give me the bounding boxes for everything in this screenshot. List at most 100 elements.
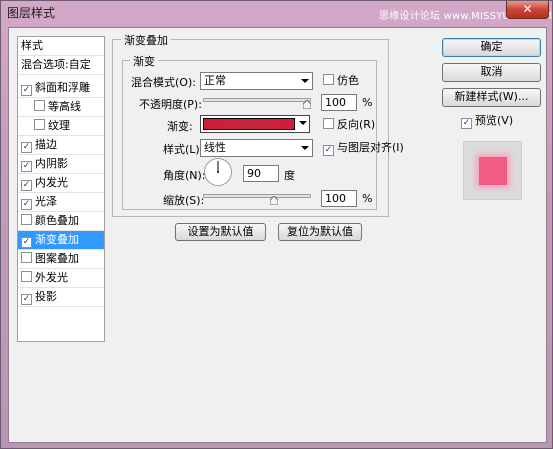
checkbox-icon[interactable]: ✓ bbox=[21, 199, 32, 210]
align-label: 与图层对齐(I) bbox=[337, 141, 404, 154]
layer-style-dialog: 图层样式 思缘设计论坛 www.MISSYUAN.COM ✕ 样式混合选项:自定… bbox=[0, 0, 553, 449]
style-list-label: 外发光 bbox=[35, 271, 68, 284]
scale-input[interactable]: 100 bbox=[321, 190, 357, 207]
style-list-label: 内发光 bbox=[35, 176, 68, 189]
scale-label: 缩放(S): bbox=[163, 194, 205, 207]
style-list-label: 光泽 bbox=[35, 195, 57, 208]
angle-input[interactable]: 90 bbox=[243, 165, 279, 182]
checkbox-icon[interactable] bbox=[34, 119, 45, 130]
scale-slider-track[interactable] bbox=[203, 194, 311, 198]
ok-button[interactable]: 确定 bbox=[442, 38, 541, 57]
checkbox-icon[interactable]: ✓ bbox=[21, 180, 32, 191]
opacity-label: 不透明度(P): bbox=[139, 98, 202, 111]
checkbox-icon[interactable] bbox=[21, 252, 32, 263]
opacity-slider-thumb[interactable] bbox=[303, 100, 311, 109]
style-list: 样式 混合选项:自定 ✓ 斜面和浮雕 等高线 纹理 ✓ 描边 ✓ 内阴影 ✓ 内发光 ✓ 光泽 颜色叠加 ✓ 渐… bbox=[17, 36, 105, 342]
angle-value: 90 bbox=[247, 167, 261, 180]
style-list-item[interactable]: ✓ 内阴影 bbox=[18, 155, 104, 174]
style-list-label: 混合选项:自定 bbox=[21, 58, 91, 71]
style-list-item[interactable]: 颜色叠加 bbox=[18, 212, 104, 231]
checkbox-icon bbox=[323, 74, 334, 85]
new-style-button[interactable]: 新建样式(W)... bbox=[442, 88, 541, 107]
preview-swatch bbox=[479, 157, 507, 185]
style-list-item[interactable]: 图案叠加 bbox=[18, 250, 104, 269]
dither-label: 仿色 bbox=[337, 74, 359, 87]
close-icon: ✕ bbox=[522, 2, 533, 16]
align-with-layer-checkbox[interactable]: ✓ 与图层对齐(I) bbox=[323, 141, 404, 156]
scale-slider-thumb[interactable] bbox=[269, 196, 278, 205]
angle-dial[interactable] bbox=[204, 158, 232, 186]
checkbox-icon[interactable]: ✓ bbox=[21, 237, 32, 248]
close-button[interactable]: ✕ bbox=[506, 1, 549, 19]
style-list-label: 等高线 bbox=[48, 100, 81, 113]
reverse-checkbox[interactable]: 反向(R) bbox=[323, 118, 375, 132]
gradient-picker[interactable] bbox=[200, 115, 310, 133]
gradient-group: 渐变 混合模式(O): 正常 仿色 不透明度(P): 100 % 渐变: 反向(… bbox=[122, 53, 404, 210]
gradient-preview bbox=[203, 118, 295, 130]
style-list-label: 投影 bbox=[35, 290, 57, 303]
checkbox-icon[interactable] bbox=[21, 214, 32, 225]
style-list-label: 样式 bbox=[21, 39, 43, 52]
reverse-label: 反向(R) bbox=[337, 118, 376, 131]
style-list-item[interactable]: ✓ 斜面和浮雕 bbox=[18, 79, 104, 98]
title-bar[interactable]: 图层样式 思缘设计论坛 www.MISSYUAN.COM ✕ bbox=[1, 1, 552, 25]
style-value: 线性 bbox=[204, 141, 226, 154]
preview-label: 预览(V) bbox=[475, 114, 514, 127]
chevron-down-icon bbox=[301, 79, 309, 83]
checkbox-icon: ✓ bbox=[323, 145, 334, 156]
style-preview-thumbnail bbox=[463, 141, 522, 200]
angle-unit: 度 bbox=[284, 169, 295, 182]
angle-needle-icon bbox=[217, 161, 219, 173]
style-list-header[interactable]: 混合选项:自定 bbox=[18, 56, 104, 75]
cancel-button[interactable]: 取消 bbox=[442, 63, 541, 82]
style-list-item[interactable]: ✓ 内发光 bbox=[18, 174, 104, 193]
section-title: 渐变叠加 bbox=[121, 32, 171, 48]
chevron-down-icon bbox=[301, 146, 309, 150]
blend-mode-select[interactable]: 正常 bbox=[200, 72, 313, 90]
style-list-label: 内阴影 bbox=[35, 157, 68, 170]
checkbox-icon[interactable]: ✓ bbox=[21, 294, 32, 305]
chevron-down-icon bbox=[299, 121, 307, 125]
checkbox-icon[interactable]: ✓ bbox=[21, 142, 32, 153]
checkbox-icon[interactable]: ✓ bbox=[21, 161, 32, 172]
style-list-item[interactable]: ✓ 光泽 bbox=[18, 193, 104, 212]
style-list-item[interactable]: ✓ 投影 bbox=[18, 288, 104, 307]
style-list-label: 渐变叠加 bbox=[35, 233, 79, 246]
checkbox-icon[interactable]: ✓ bbox=[21, 85, 32, 96]
style-select[interactable]: 线性 bbox=[200, 139, 313, 157]
opacity-unit: % bbox=[362, 96, 373, 109]
reset-default-button[interactable]: 复位为默认值 bbox=[278, 223, 362, 241]
blend-mode-value: 正常 bbox=[204, 74, 226, 87]
style-list-header[interactable]: 样式 bbox=[18, 37, 104, 56]
group-title: 渐变 bbox=[130, 53, 158, 69]
style-list-item[interactable]: ✓ 描边 bbox=[18, 136, 104, 155]
style-list-item[interactable]: 等高线 bbox=[18, 98, 104, 117]
blend-mode-label: 混合模式(O): bbox=[131, 76, 196, 89]
opacity-input[interactable]: 100 bbox=[321, 94, 357, 111]
style-list-item[interactable]: 外发光 bbox=[18, 269, 104, 288]
preview-checkbox[interactable]: ✓ 预览(V) bbox=[461, 114, 513, 129]
checkbox-icon[interactable] bbox=[34, 100, 45, 111]
checkbox-icon: ✓ bbox=[461, 118, 472, 129]
style-list-item[interactable]: ✓ 渐变叠加 bbox=[18, 231, 104, 250]
opacity-slider-track[interactable] bbox=[203, 98, 311, 102]
style-list-label: 纹理 bbox=[48, 119, 70, 132]
scale-value: 100 bbox=[325, 192, 346, 205]
checkbox-icon bbox=[323, 118, 334, 129]
gradient-overlay-group: 渐变叠加 渐变 混合模式(O): 正常 仿色 不透明度(P): 100 % 渐变… bbox=[112, 32, 404, 217]
style-label: 样式(L): bbox=[163, 143, 204, 156]
style-list-label: 斜面和浮雕 bbox=[35, 81, 90, 94]
gradient-label: 渐变: bbox=[167, 120, 193, 133]
angle-label: 角度(N): bbox=[163, 169, 206, 182]
opacity-value: 100 bbox=[325, 96, 346, 109]
style-list-label: 描边 bbox=[35, 138, 57, 151]
set-default-button[interactable]: 设置为默认值 bbox=[175, 223, 266, 241]
style-list-label: 颜色叠加 bbox=[35, 214, 79, 227]
dither-checkbox[interactable]: 仿色 bbox=[323, 74, 359, 88]
dialog-body: 样式 混合选项:自定 ✓ 斜面和浮雕 等高线 纹理 ✓ 描边 ✓ 内阴影 ✓ 内发光 ✓ 光泽 颜色叠加 ✓ 渐… bbox=[8, 27, 547, 443]
scale-unit: % bbox=[362, 192, 373, 205]
style-list-label: 图案叠加 bbox=[35, 252, 79, 265]
checkbox-icon[interactable] bbox=[21, 271, 32, 282]
style-list-item[interactable]: 纹理 bbox=[18, 117, 104, 136]
window-title: 图层样式 bbox=[7, 6, 56, 20]
